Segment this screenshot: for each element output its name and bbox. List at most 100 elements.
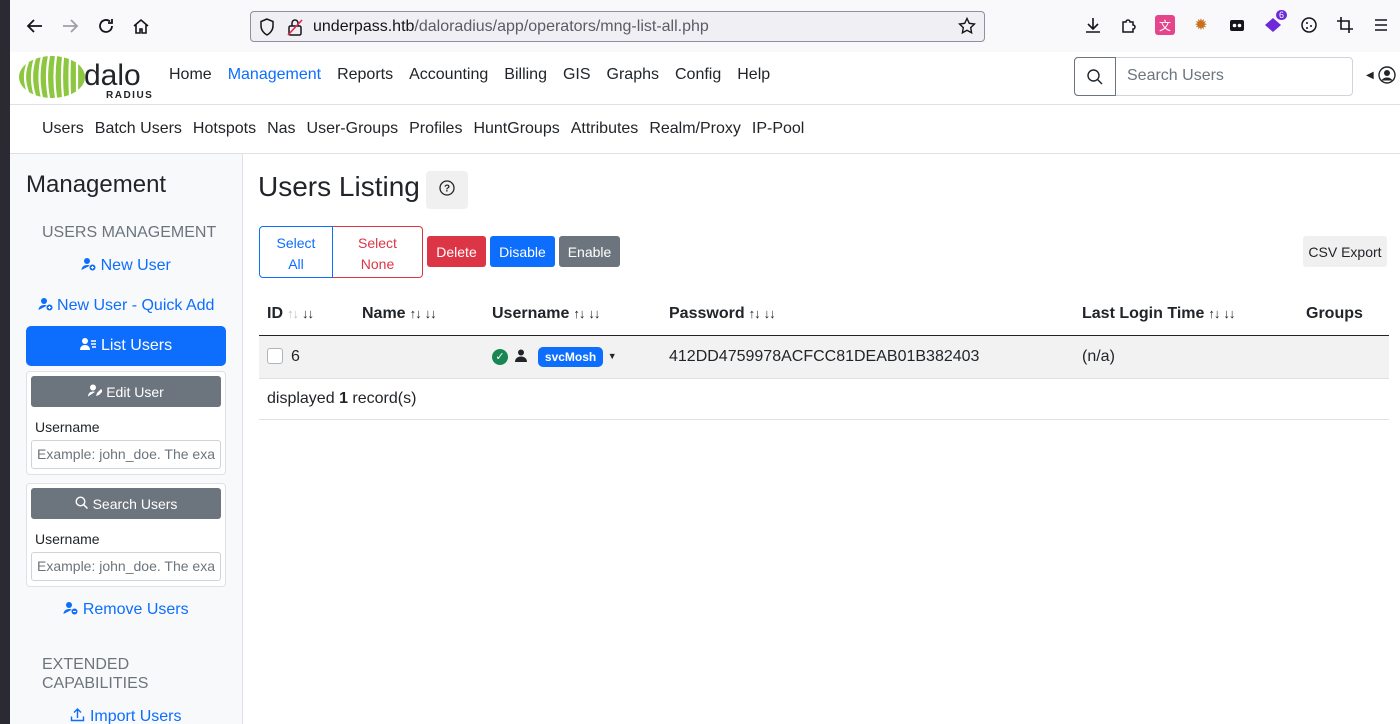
shield-icon[interactable] bbox=[259, 18, 275, 41]
home-icon[interactable] bbox=[128, 13, 154, 39]
url-bar[interactable]: underpass.htb/daloradius/app/operators/m… bbox=[250, 11, 985, 42]
user-plus-icon bbox=[81, 257, 100, 274]
bookmark-star-icon[interactable] bbox=[957, 16, 977, 40]
sort-asc-icon[interactable]: ↑↓ bbox=[287, 306, 299, 321]
search-username-label: Username bbox=[35, 531, 100, 547]
import-users-link[interactable]: Import Users bbox=[26, 707, 226, 724]
csv-export-button[interactable]: CSV Export bbox=[1303, 236, 1387, 267]
search-users-input[interactable]: Search Users bbox=[1116, 58, 1352, 95]
subnav-user-groups[interactable]: User-Groups bbox=[307, 120, 399, 138]
col-username[interactable]: Username ↑↓ ↓↓ bbox=[484, 294, 661, 336]
nav-home[interactable]: Home bbox=[169, 66, 212, 84]
col-password[interactable]: Password ↑↓ ↓↓ bbox=[661, 294, 1074, 336]
records-count: displayed 1 record(s) bbox=[259, 378, 1389, 420]
sort-desc-icon[interactable]: ↓↓ bbox=[425, 306, 437, 321]
subnav-huntgroups[interactable]: HuntGroups bbox=[473, 120, 559, 138]
subnav-attributes[interactable]: Attributes bbox=[571, 120, 639, 138]
section2-line2: CAPABILITIES bbox=[42, 675, 149, 692]
sidebar-section-extended: EXTENDED CAPABILITIES bbox=[42, 655, 148, 693]
sub-nav: Users Batch Users Hotspots Nas User-Grou… bbox=[10, 105, 1400, 154]
app-header: dalo RADIUS Home Management Reports Acco… bbox=[10, 52, 1400, 105]
reload-icon[interactable] bbox=[93, 13, 119, 39]
sort-desc-icon[interactable]: ↓↓ bbox=[302, 306, 314, 321]
remove-users-link[interactable]: Remove Users bbox=[26, 601, 226, 619]
user-menu[interactable]: ◀ bbox=[1366, 66, 1396, 84]
user-plus-icon bbox=[38, 297, 57, 314]
window-edge bbox=[0, 0, 10, 724]
disable-button[interactable]: Disable bbox=[490, 236, 555, 267]
subnav-ip-pool[interactable]: IP-Pool bbox=[752, 120, 804, 138]
sort-desc-icon[interactable]: ↓↓ bbox=[1223, 306, 1235, 321]
subnav-realm-proxy[interactable]: Realm/Proxy bbox=[649, 120, 741, 138]
sort-desc-icon[interactable]: ↓↓ bbox=[588, 306, 600, 321]
cell-groups bbox=[1298, 335, 1389, 379]
help-button[interactable]: ? bbox=[426, 171, 468, 209]
back-icon[interactable] bbox=[22, 13, 48, 39]
download-icon[interactable] bbox=[1083, 15, 1103, 35]
select-none-button[interactable]: Select None bbox=[333, 226, 423, 278]
caret-down-icon[interactable]: ▼ bbox=[608, 351, 617, 361]
sort-asc-icon[interactable]: ↑↓ bbox=[749, 306, 761, 321]
forward-icon[interactable] bbox=[57, 13, 83, 39]
nav-reports[interactable]: Reports bbox=[337, 66, 393, 84]
cookie-icon[interactable] bbox=[1299, 15, 1319, 35]
sort-asc-icon[interactable]: ↑↓ bbox=[1208, 306, 1220, 321]
edit-username-input[interactable]: Example: john_doe. The exa bbox=[31, 440, 221, 469]
delete-button[interactable]: Delete bbox=[427, 236, 486, 267]
extensions-icon[interactable] bbox=[1119, 15, 1139, 35]
menu-icon[interactable] bbox=[1371, 15, 1391, 35]
remove-users-label: Remove Users bbox=[82, 601, 189, 618]
search-username-input[interactable]: Example: john_doe. The exa bbox=[31, 552, 221, 581]
username-badge[interactable]: svcMosh bbox=[537, 346, 604, 367]
enable-button[interactable]: Enable bbox=[559, 236, 620, 267]
extension-badge-icon[interactable]: 6 bbox=[1263, 10, 1287, 35]
sort-asc-icon[interactable]: ↑↓ bbox=[573, 306, 585, 321]
nav-config[interactable]: Config bbox=[675, 66, 721, 84]
nav-graphs[interactable]: Graphs bbox=[607, 66, 659, 84]
col-name[interactable]: Name ↑↓ ↓↓ bbox=[354, 294, 484, 336]
sidebar-section-users-management: USERS MANAGEMENT bbox=[42, 224, 217, 241]
list-users-button[interactable]: List Users bbox=[26, 326, 226, 366]
foxyproxy-extension-icon[interactable]: ✹ bbox=[1191, 15, 1211, 35]
select-none-line2: None bbox=[360, 256, 395, 272]
subnav-profiles[interactable]: Profiles bbox=[409, 120, 462, 138]
new-user-quick-add-link[interactable]: New User - Quick Add bbox=[26, 297, 226, 315]
col-last-login[interactable]: Last Login Time ↑↓ ↓↓ bbox=[1074, 294, 1298, 336]
sort-asc-icon[interactable]: ↑↓ bbox=[410, 306, 422, 321]
wappalyzer-extension-icon[interactable] bbox=[1227, 15, 1247, 35]
caret-left-icon: ◀ bbox=[1366, 69, 1374, 81]
subnav-hotspots[interactable]: Hotspots bbox=[193, 120, 256, 138]
search-users-button[interactable]: Search Users bbox=[31, 488, 221, 519]
user-remove-icon bbox=[63, 601, 82, 618]
sidebar: Management USERS MANAGEMENT New User New… bbox=[10, 154, 243, 724]
edit-user-card: Edit User Username Example: john_doe. Th… bbox=[26, 371, 226, 475]
subnav-batch-users[interactable]: Batch Users bbox=[95, 120, 182, 138]
daloradius-logo[interactable]: dalo RADIUS bbox=[18, 54, 158, 102]
url-text[interactable]: underpass.htb/daloradius/app/operators/m… bbox=[313, 18, 709, 36]
row-checkbox[interactable] bbox=[267, 348, 283, 365]
sort-desc-icon[interactable]: ↓↓ bbox=[764, 306, 776, 321]
edit-user-label: Edit User bbox=[106, 383, 164, 400]
nav-help[interactable]: Help bbox=[737, 66, 770, 84]
page-title: Users Listing bbox=[258, 171, 420, 202]
subnav-users[interactable]: Users bbox=[42, 120, 84, 138]
search-icon[interactable] bbox=[1074, 57, 1116, 96]
select-all-button[interactable]: Select All bbox=[259, 226, 333, 278]
nav-billing[interactable]: Billing bbox=[504, 66, 547, 84]
subnav-nas[interactable]: Nas bbox=[267, 120, 295, 138]
row-id: 6 bbox=[291, 347, 300, 365]
logo-text: dalo bbox=[84, 59, 141, 92]
new-user-link[interactable]: New User bbox=[26, 257, 226, 275]
import-users-label: Import Users bbox=[89, 708, 182, 724]
cell-last-login: (n/a) bbox=[1074, 335, 1298, 379]
check-circle-icon: ✓ bbox=[492, 348, 508, 365]
col-id[interactable]: ID ↑↓ ↓↓ bbox=[259, 294, 354, 336]
nav-gis[interactable]: GIS bbox=[563, 66, 591, 84]
edit-user-button[interactable]: Edit User bbox=[31, 376, 221, 407]
section2-line1: EXTENDED bbox=[42, 656, 130, 673]
crop-icon[interactable] bbox=[1335, 15, 1355, 35]
nav-accounting[interactable]: Accounting bbox=[409, 66, 488, 84]
nav-management[interactable]: Management bbox=[228, 66, 321, 84]
insecure-lock-icon[interactable] bbox=[287, 18, 303, 41]
translate-extension-icon[interactable]: 文 bbox=[1155, 15, 1175, 35]
